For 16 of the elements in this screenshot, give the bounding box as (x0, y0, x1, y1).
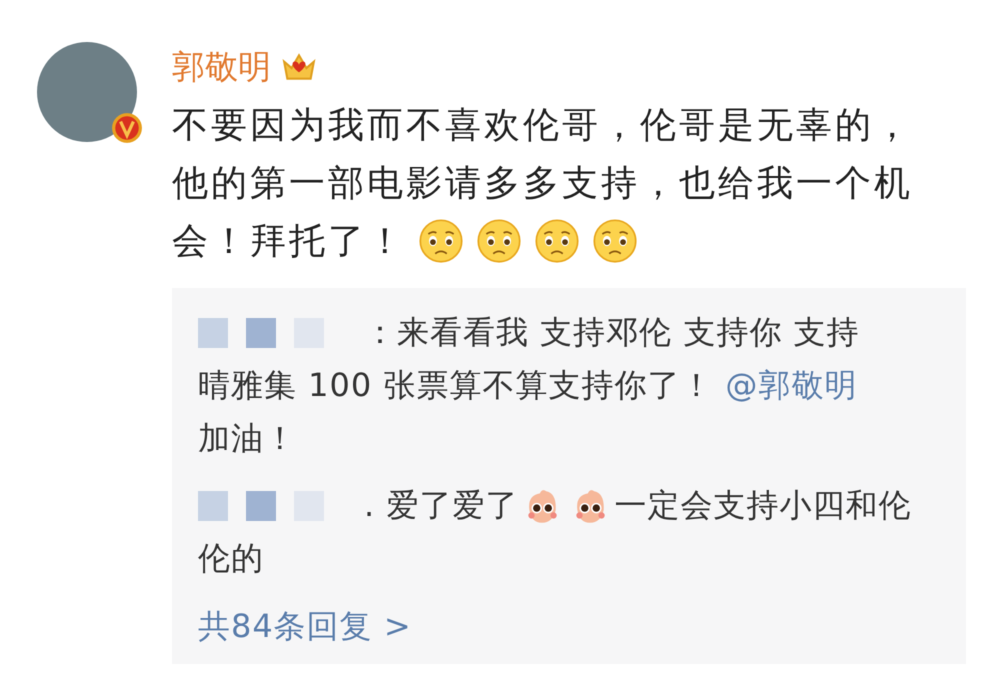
worried-face-icon (476, 218, 522, 264)
mention-link[interactable]: @郭敬明 (725, 364, 858, 408)
author-name[interactable]: 郭敬明 (172, 44, 271, 90)
worried-face-icon (592, 218, 638, 264)
worried-face-icon (418, 218, 464, 264)
reply-text: 一定会支持小四和伦 (614, 484, 912, 526)
post-text: 会！拜托了！ (172, 220, 406, 264)
worried-face-icon (534, 218, 580, 264)
reply-text: 伦的 (198, 538, 264, 578)
post-text: 不要因为我而不喜欢伦哥，伦哥是无辜的， (172, 104, 913, 148)
reply-text: 加油！ (198, 418, 297, 458)
reply-text: . 爱了爱了 (364, 484, 518, 526)
reply-text: ：来看看我 支持邓伦 支持你 支持 (364, 312, 860, 352)
post-text: 他的第一部电影请多多支持，也给我一个机 (172, 162, 913, 206)
view-replies-link[interactable]: 共84条回复 > (198, 599, 940, 654)
reply-text: 晴雅集 100 张票算不算支持你了！ (198, 364, 714, 406)
